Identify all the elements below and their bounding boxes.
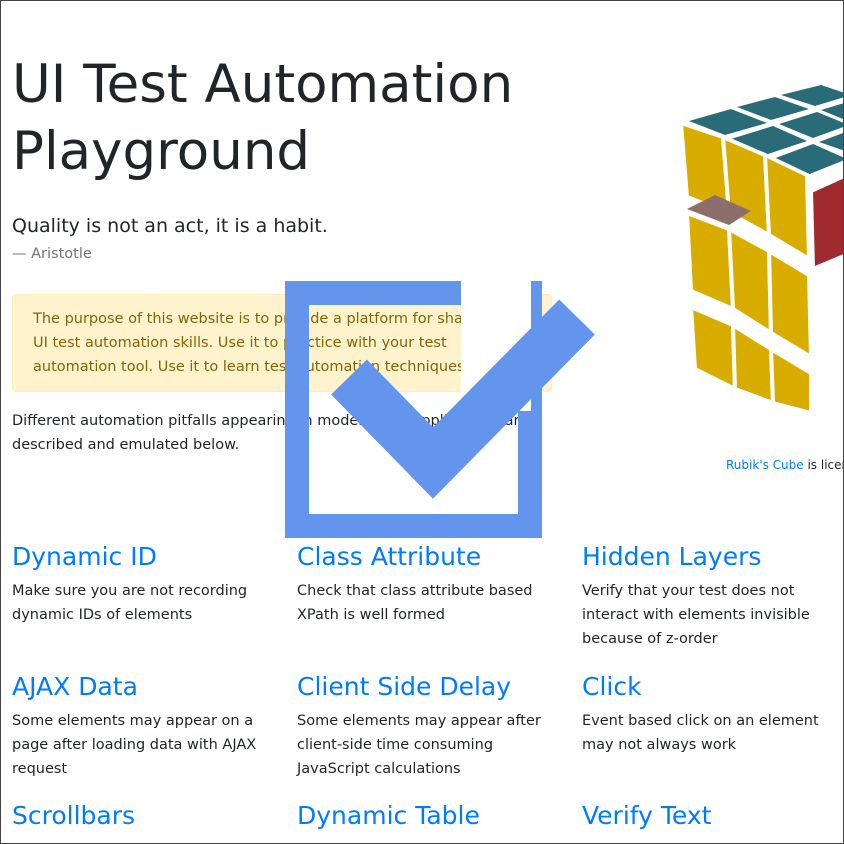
page-title: UI Test Automation Playground [12, 54, 514, 182]
quote-author: — Aristotle [12, 246, 92, 262]
card-scrollbars: Scrollbars [12, 800, 277, 832]
card-verify-text: Verify Text [582, 800, 832, 832]
card-link-scrollbars[interactable]: Scrollbars [12, 801, 135, 830]
card-desc: Event based click on an element may not … [582, 713, 819, 753]
quote-text: Quality is not an act, it is a habit. [12, 215, 328, 237]
card-desc: Some elements may appear after client-si… [297, 713, 541, 777]
card-link-verify-text[interactable]: Verify Text [582, 801, 711, 830]
card-desc: Make sure you are not recording dynamic … [12, 583, 248, 623]
card-link-dynamic-table[interactable]: Dynamic Table [297, 801, 480, 830]
card-link-class-attribute[interactable]: Class Attribute [297, 542, 481, 571]
image-credit: Rubik's Cube is licensed [726, 457, 843, 473]
card-desc: Some elements may appear on a page after… [12, 713, 257, 777]
card-desc: Check that class attribute based XPath i… [297, 583, 533, 623]
card-link-hidden-layers[interactable]: Hidden Layers [582, 542, 761, 571]
page-frame: UI Test Automation Playground Quality is… [0, 0, 844, 844]
card-hidden-layers: Hidden Layers Verify that your test does… [582, 541, 832, 651]
card-dynamic-table: Dynamic Table [297, 800, 562, 832]
rubiks-cube-icon [678, 85, 843, 413]
card-click: Click Event based click on an element ma… [582, 671, 832, 757]
card-link-dynamic-id[interactable]: Dynamic ID [12, 542, 157, 571]
card-link-client-side-delay[interactable]: Client Side Delay [297, 672, 511, 701]
card-link-click[interactable]: Click [582, 672, 642, 701]
credit-rest: is licensed [807, 458, 843, 472]
card-ajax-data: AJAX Data Some elements may appear on a … [12, 671, 277, 781]
rubiks-cube-link[interactable]: Rubik's Cube [726, 458, 804, 472]
card-client-side-delay: Client Side Delay Some elements may appe… [297, 671, 562, 781]
card-link-ajax-data[interactable]: AJAX Data [12, 672, 138, 701]
card-dynamic-id: Dynamic ID Make sure you are not recordi… [12, 541, 277, 627]
checkbox-checked-icon [285, 281, 595, 538]
card-class-attribute: Class Attribute Check that class attribu… [297, 541, 562, 627]
card-desc: Verify that your test does not interact … [582, 583, 810, 647]
